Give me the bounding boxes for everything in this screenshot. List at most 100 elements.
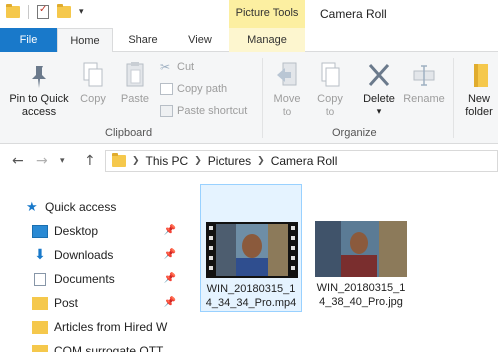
clipboard-group-label: Clipboard xyxy=(105,127,153,139)
paste-icon xyxy=(126,62,144,87)
copy-to-label: Copy xyxy=(317,93,343,105)
new-folder-button[interactable]: New folder xyxy=(458,60,498,119)
forward-arrow-icon[interactable]: → xyxy=(36,153,48,169)
organize-group-label: Organize xyxy=(332,127,377,139)
cut-button[interactable]: ✂ Cut xyxy=(160,61,194,73)
quick-access-toolbar: ▾ xyxy=(6,4,84,19)
address-bar-area: ← → ▾ ↑ ❯ This PC ❯ Pictures ❯ Camera Ro… xyxy=(0,144,498,178)
window-title: Camera Roll xyxy=(320,7,387,21)
paste-label: Paste xyxy=(120,93,150,105)
properties-icon[interactable] xyxy=(37,4,49,19)
pin-icon xyxy=(32,66,46,88)
navigation-pane: ★ Quick access Desktop 📌 ⬇ Downloads 📌 D… xyxy=(0,178,190,352)
video-thumbnail xyxy=(206,222,298,278)
tab-view[interactable]: View xyxy=(172,28,228,52)
nav-item-desktop[interactable]: Desktop 📌 xyxy=(0,220,190,242)
breadcrumb[interactable]: ❯ This PC ❯ Pictures ❯ Camera Roll xyxy=(105,150,498,172)
breadcrumb-pictures[interactable]: Pictures xyxy=(208,154,251,168)
file-name-line1: WIN_20180315_1 xyxy=(316,282,406,294)
nav-item-downloads[interactable]: ⬇ Downloads 📌 xyxy=(0,244,190,266)
tab-home[interactable]: Home xyxy=(57,28,113,53)
nav-item-label: COM surrogate OTT xyxy=(54,344,164,352)
paste-shortcut-label: Paste shortcut xyxy=(177,105,248,117)
folder-icon xyxy=(474,64,488,87)
back-arrow-icon[interactable]: ← xyxy=(12,153,24,169)
nav-item-documents[interactable]: Documents 📌 xyxy=(0,268,190,290)
documents-icon xyxy=(34,272,46,286)
customize-toolbar-chevron-icon[interactable]: ▾ xyxy=(79,7,84,17)
pin-icon[interactable]: 📌 xyxy=(164,249,176,260)
file-list: WIN_20180315_1 4_34_34_Pro.mp4 WIN_20180… xyxy=(190,178,498,352)
copy-icon xyxy=(83,62,103,87)
file-name: WIN_20180315_1 4_38_40_Pro.jpg xyxy=(310,281,412,309)
ribbon-group-divider xyxy=(453,58,454,138)
scissors-icon: ✂ xyxy=(160,60,171,74)
tab-share[interactable]: Share xyxy=(115,28,171,52)
breadcrumb-separator-icon[interactable]: ❯ xyxy=(132,156,140,166)
folder-icon xyxy=(6,4,20,18)
copy-to-icon xyxy=(321,62,340,87)
new-folder-label-line1: New xyxy=(467,93,490,105)
pin-icon[interactable]: 📌 xyxy=(164,225,176,236)
new-folder-label-line2: folder xyxy=(465,106,493,118)
breadcrumb-separator-icon[interactable]: ❯ xyxy=(257,156,265,166)
rename-label: Rename xyxy=(403,93,445,105)
file-name-line2: 4_38_40_Pro.jpg xyxy=(319,296,403,308)
file-name-line1: WIN_20180315_1 xyxy=(206,283,296,295)
delete-chevron-down-icon[interactable]: ▾ xyxy=(358,106,400,119)
copy-path-button[interactable]: Copy path xyxy=(160,83,227,95)
toolbar-divider xyxy=(28,5,29,19)
file-item-image[interactable]: WIN_20180315_1 4_38_40_Pro.jpg xyxy=(310,184,412,312)
ribbon-tabs: File Home Share View Manage xyxy=(0,28,498,53)
paste-shortcut-button[interactable]: Paste shortcut xyxy=(160,105,247,117)
ribbon-group-divider xyxy=(262,58,263,138)
nav-item-label: Post xyxy=(54,296,79,310)
copy-path-label: Copy path xyxy=(177,83,228,95)
move-to-button[interactable]: Move to xyxy=(268,60,306,119)
new-folder-icon[interactable] xyxy=(57,4,71,18)
nav-item-label: Desktop xyxy=(54,224,99,238)
image-thumbnail xyxy=(315,221,407,277)
cut-label: Cut xyxy=(177,61,195,73)
folder-icon xyxy=(32,320,48,334)
rename-button[interactable]: Rename xyxy=(402,60,446,106)
ribbon: Pin to Quick access Copy Paste ✂ Cut Cop… xyxy=(0,52,498,144)
file-name-line2: 4_34_34_Pro.mp4 xyxy=(205,297,297,309)
delete-x-icon xyxy=(368,63,390,87)
copy-to-sublabel: to xyxy=(325,107,335,118)
title-bar: ▾ Picture Tools Camera Roll xyxy=(0,0,498,28)
copy-to-button[interactable]: Copy to xyxy=(311,60,349,119)
file-item-video[interactable]: WIN_20180315_1 4_34_34_Pro.mp4 xyxy=(200,184,302,312)
pin-icon[interactable]: 📌 xyxy=(164,297,176,308)
nav-item-quick-access[interactable]: ★ Quick access xyxy=(0,196,190,218)
paste-shortcut-icon xyxy=(160,105,173,117)
nav-item-com-surrogate[interactable]: COM surrogate OTT xyxy=(0,340,190,352)
folder-icon xyxy=(32,296,48,310)
pin-label-line2: access xyxy=(21,106,57,118)
tab-manage[interactable]: Manage xyxy=(229,28,305,52)
nav-item-articles-from-hired[interactable]: Articles from Hired W xyxy=(0,316,190,338)
rename-icon xyxy=(413,65,435,86)
nav-item-post[interactable]: Post 📌 xyxy=(0,292,190,314)
nav-item-label: Quick access xyxy=(45,200,117,214)
folder-icon xyxy=(32,344,48,352)
breadcrumb-camera-roll[interactable]: Camera Roll xyxy=(271,154,338,168)
copy-button[interactable]: Copy xyxy=(76,60,110,106)
desktop-icon xyxy=(32,224,48,238)
nav-item-label: Downloads xyxy=(54,248,114,262)
pin-icon[interactable]: 📌 xyxy=(164,273,176,284)
tab-file[interactable]: File xyxy=(0,28,57,52)
file-name: WIN_20180315_1 4_34_34_Pro.mp4 xyxy=(201,282,301,310)
folder-icon xyxy=(112,153,126,167)
move-to-icon xyxy=(277,62,297,86)
move-to-sublabel: to xyxy=(282,107,292,118)
paste-button[interactable]: Paste xyxy=(116,60,154,106)
up-arrow-icon[interactable]: ↑ xyxy=(84,153,96,169)
breadcrumb-this-pc[interactable]: This PC xyxy=(146,154,189,168)
pin-to-quick-access-button[interactable]: Pin to Quick access xyxy=(4,64,74,119)
delete-button[interactable]: Delete ▾ xyxy=(358,60,400,119)
breadcrumb-separator-icon[interactable]: ❯ xyxy=(194,156,202,166)
recent-locations-chevron-icon[interactable]: ▾ xyxy=(60,156,65,166)
copy-label: Copy xyxy=(80,93,106,105)
context-group-label: Picture Tools xyxy=(235,7,299,19)
